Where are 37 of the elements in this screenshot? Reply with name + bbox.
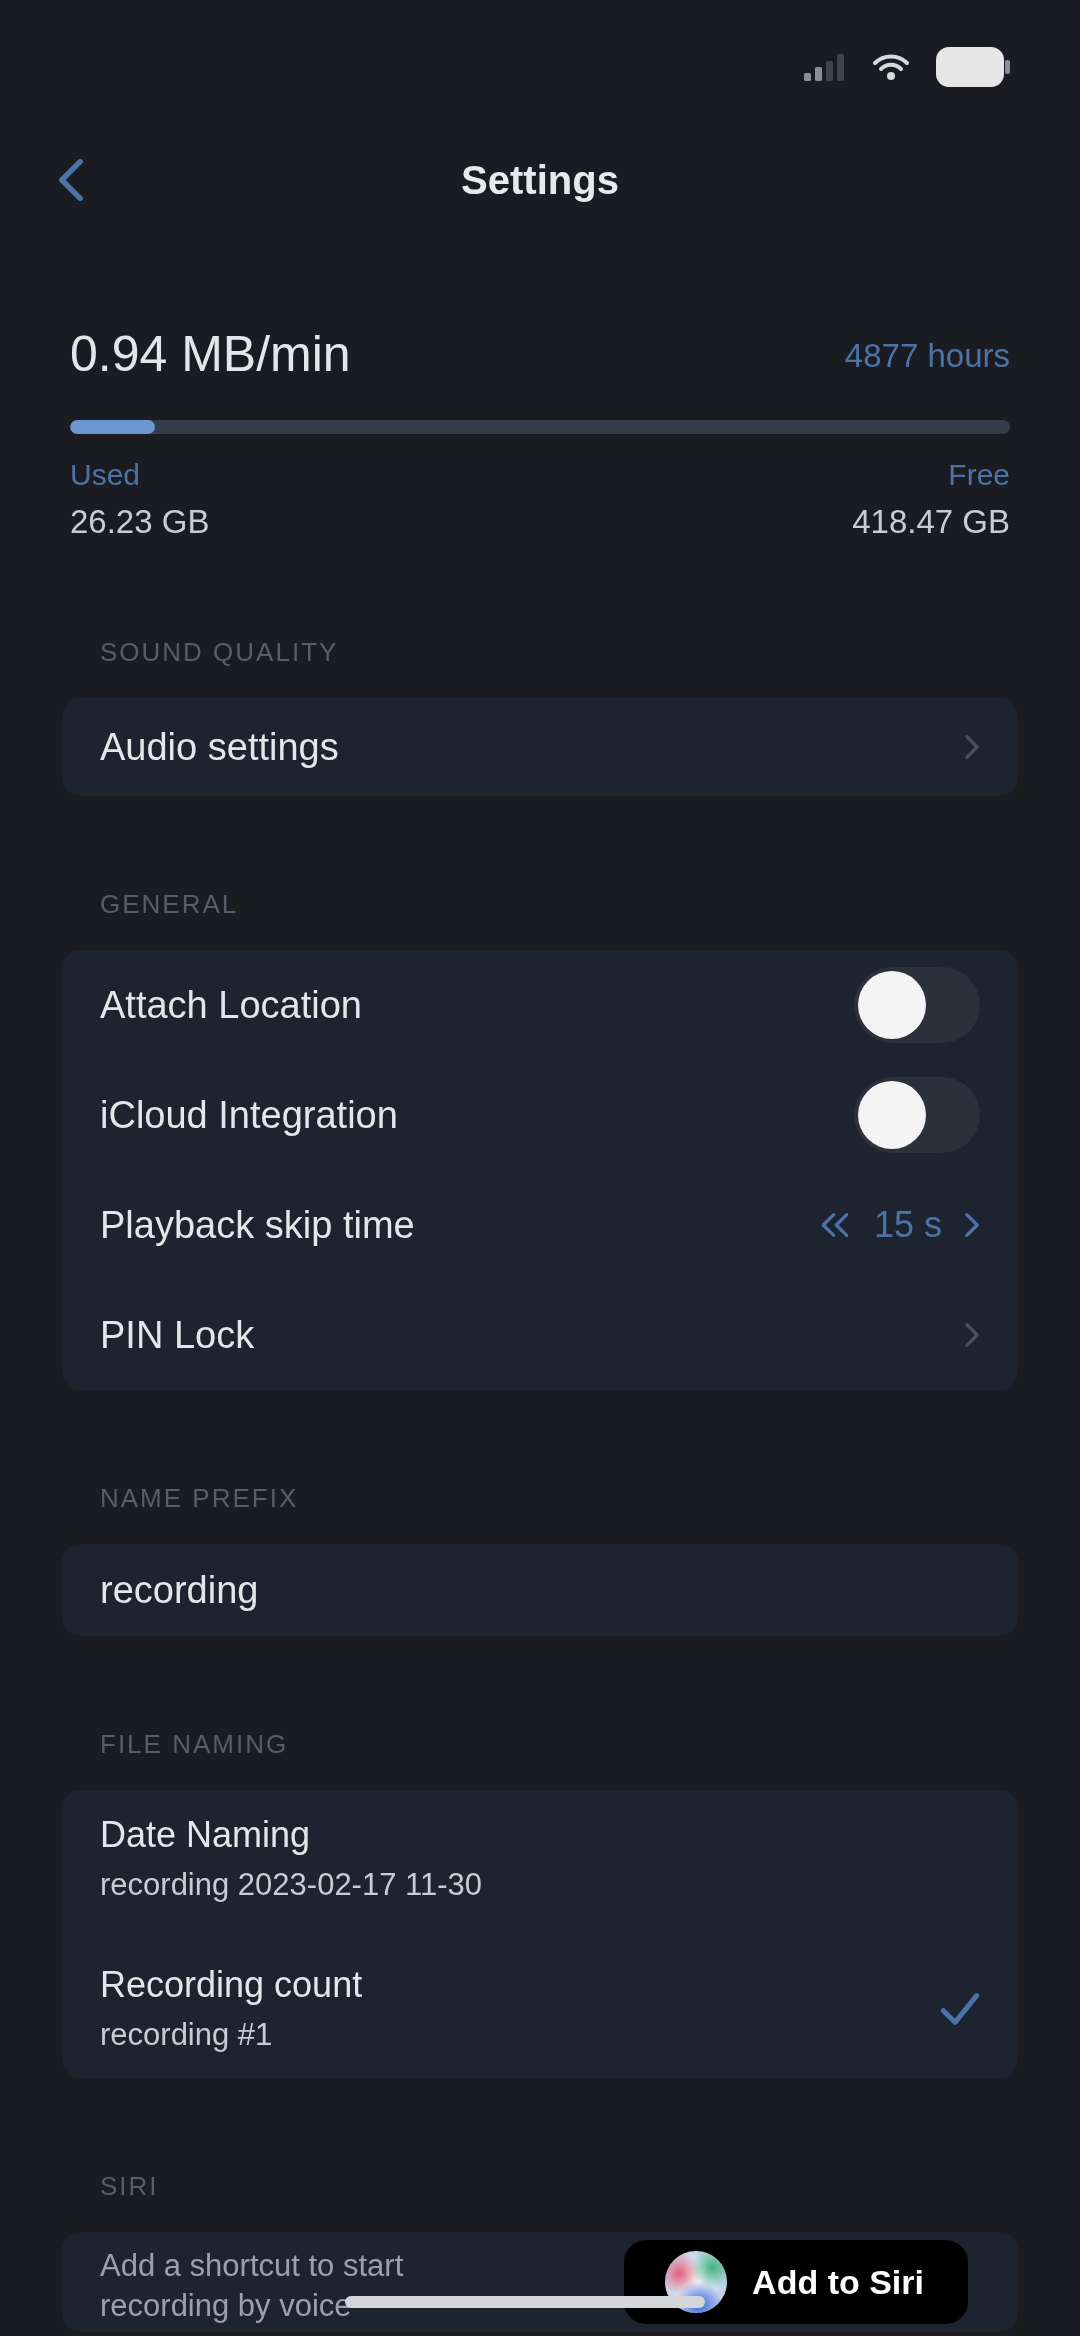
back-icon[interactable] (58, 158, 84, 202)
page-title: Settings (461, 157, 619, 204)
option-example: recording #1 (100, 2016, 274, 2054)
naming-option[interactable]: Recording count recording #1 (62, 1940, 1018, 2078)
remaining-time: 4877 hours (844, 335, 1010, 376)
free-label: Free (948, 457, 1010, 493)
add-shortcut-button[interactable]: Add to Siri (624, 2240, 968, 2324)
option-example: recording 2023-02-17 11-30 (100, 1866, 483, 1904)
wifi-icon (872, 53, 910, 81)
prefix-field[interactable]: recording (62, 1544, 1018, 1636)
settings-row[interactable]: Audio settings (62, 698, 1018, 796)
settings-row[interactable]: PIN Lock (62, 1280, 1018, 1390)
row-description: Add a shortcut to start (100, 2247, 404, 2285)
skip-time-value: 15 s (873, 1203, 942, 1247)
row-description: recording by voice (100, 2287, 353, 2325)
section-header: FILE NAMING (99, 1728, 290, 1760)
chevron-right-icon (964, 734, 980, 760)
section-header: SIRI (99, 2170, 160, 2202)
row-label: iCloud Integration (100, 1092, 398, 1138)
used-label: Used (70, 457, 142, 493)
signal-bars-icon (804, 53, 846, 81)
row-label: Audio settings (100, 724, 339, 770)
free-value: 418.47 GB (852, 502, 1010, 542)
option-title: Date Naming (100, 1813, 312, 1857)
recording-rate: 0.94 MB/min (70, 325, 351, 384)
section-header: SOUND QUALITY (99, 636, 340, 668)
battery-icon (936, 47, 1010, 87)
row-label: PIN Lock (100, 1312, 255, 1358)
row-label: Attach Location (100, 982, 362, 1028)
row-label: Playback skip time (100, 1202, 415, 1248)
option-title: Recording count (100, 1963, 363, 2007)
used-value: 26.23 GB (70, 502, 210, 542)
chevron-right-icon[interactable] (964, 1212, 980, 1238)
section-header: GENERAL (99, 888, 240, 920)
chevron-right-icon (964, 1322, 980, 1348)
section-header: NAME PREFIX (99, 1482, 300, 1514)
naming-option[interactable]: Date Naming recording 2023-02-17 11-30 (62, 1790, 1018, 1928)
